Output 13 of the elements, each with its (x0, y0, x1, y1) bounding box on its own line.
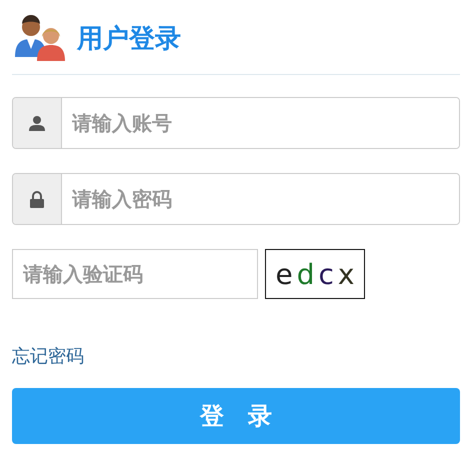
input-field[interactable]: 请输入账号 (12, 97, 460, 149)
forgot-password-link[interactable]: 忘记密码 (12, 344, 84, 368)
captcha-field[interactable]: 请输入验证码 (12, 249, 258, 299)
captcha-letter: d (296, 258, 315, 290)
input-field[interactable]: 请输入密码 (12, 173, 460, 225)
lock-icon (30, 190, 44, 208)
user-icon (29, 115, 45, 131)
users-icon (15, 15, 67, 61)
page-title: 用户登录 (77, 22, 181, 56)
captcha-letter: c (318, 258, 334, 290)
captcha-image[interactable]: e d c x (265, 249, 365, 299)
captcha-letter: x (338, 258, 354, 290)
captcha-letter: e (276, 258, 293, 290)
